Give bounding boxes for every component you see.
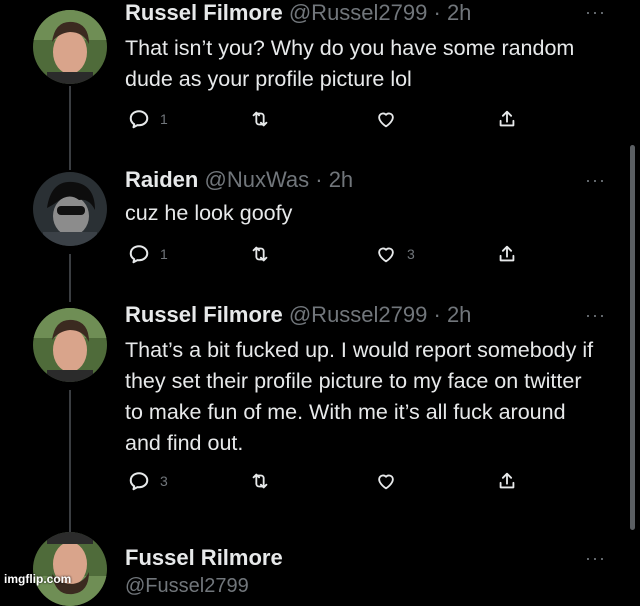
avatar-image	[33, 308, 107, 382]
more-options-icon[interactable]: ···	[585, 170, 606, 191]
tweet-actions: 1	[125, 108, 525, 134]
avatar[interactable]	[33, 10, 107, 84]
more-options-icon[interactable]: ···	[585, 548, 606, 569]
timestamp[interactable]: · 2h	[434, 0, 472, 25]
retweet-button[interactable]	[249, 108, 281, 130]
like-button[interactable]	[375, 470, 407, 492]
reply-count: 3	[160, 473, 168, 489]
watermark: imgflip.com	[4, 572, 72, 586]
thread-line	[69, 390, 71, 533]
share-icon	[499, 245, 515, 262]
display-name[interactable]: Fussel Rilmore	[125, 545, 283, 570]
share-button[interactable]	[496, 470, 518, 492]
user-handle[interactable]: @NuxWas	[204, 167, 309, 192]
tweet-header: Raiden @NuxWas · 2h	[125, 167, 353, 193]
timestamp[interactable]: · 2h	[434, 302, 472, 327]
share-button[interactable]	[496, 243, 518, 265]
reply-button[interactable]: 3	[128, 470, 168, 492]
tweet-header: Russel Filmore @Russel2799 · 2h	[125, 302, 471, 328]
timestamp[interactable]: · 2h	[315, 167, 353, 192]
reply-icon	[129, 245, 149, 264]
reply-button[interactable]: 1	[128, 243, 168, 265]
avatar[interactable]	[33, 532, 107, 606]
share-icon	[499, 110, 515, 127]
retweet-button[interactable]	[249, 243, 281, 265]
reply-count: 1	[160, 111, 168, 127]
display-name[interactable]: Raiden	[125, 167, 198, 192]
heart-icon	[378, 474, 394, 490]
avatar[interactable]	[33, 172, 107, 246]
tweet-text: That’s a bit fucked up. I would report s…	[125, 338, 594, 455]
share-button[interactable]	[496, 108, 518, 130]
display-name[interactable]: Russel Filmore	[125, 302, 283, 327]
thread-line	[69, 254, 71, 302]
user-handle[interactable]: @Russel2799	[289, 0, 428, 25]
scrollbar[interactable]	[630, 145, 635, 530]
share-icon	[499, 472, 515, 489]
tweet-actions: 3	[125, 470, 525, 496]
retweet-icon	[252, 473, 268, 489]
retweet-button[interactable]	[249, 470, 281, 492]
retweet-icon	[252, 111, 268, 127]
avatar-image	[33, 532, 107, 606]
avatar[interactable]	[33, 308, 107, 382]
more-options-icon[interactable]: ···	[585, 2, 606, 23]
heart-icon	[378, 247, 394, 263]
tweet-text: cuz he look goofy	[125, 201, 293, 225]
tweet-actions: 1 3	[125, 243, 525, 269]
tweet-header: Fussel Rilmore	[125, 545, 283, 571]
reply-icon	[129, 472, 149, 491]
avatar-image	[33, 172, 107, 246]
retweet-icon	[252, 246, 268, 262]
more-options-icon[interactable]: ···	[585, 305, 606, 326]
user-handle[interactable]: @Russel2799	[289, 302, 428, 327]
user-handle[interactable]: @Fussel2799	[125, 575, 249, 598]
like-button[interactable]	[375, 108, 407, 130]
tweet-header: Russel Filmore @Russel2799 · 2h	[125, 0, 471, 26]
avatar-image	[33, 10, 107, 84]
thread-line	[69, 86, 71, 170]
reply-button[interactable]: 1	[128, 108, 168, 130]
tweet-text: That isn’t you? Why do you have some ran…	[125, 36, 575, 91]
heart-icon	[378, 112, 394, 128]
reply-count: 1	[160, 246, 168, 262]
like-button[interactable]: 3	[375, 243, 415, 265]
reply-icon	[129, 110, 149, 129]
like-count: 3	[407, 246, 415, 262]
display-name[interactable]: Russel Filmore	[125, 0, 283, 25]
